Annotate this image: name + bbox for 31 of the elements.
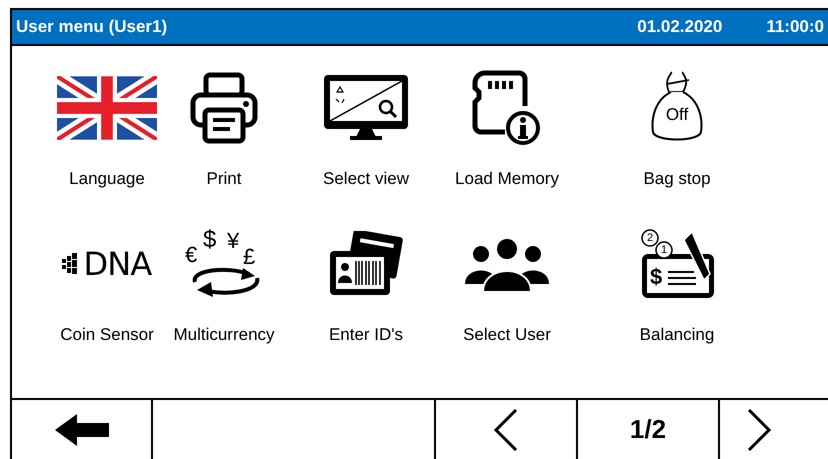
- menu-item-label: Print: [206, 168, 242, 190]
- menu-item[interactable]: Select User: [458, 224, 556, 354]
- back-arrow-icon: [54, 414, 108, 446]
- menu-item-label: Multicurrency: [173, 324, 275, 346]
- menu-item-label: Coin Sensor: [60, 324, 154, 346]
- menu-item[interactable]: DNA Coin Sensor: [40, 224, 174, 354]
- menu-item-label: Select User: [463, 324, 551, 346]
- menu-item[interactable]: € $ ¥ £ Multicurrency: [174, 224, 274, 354]
- page-indicator: 1/2: [578, 400, 720, 459]
- date-text: 01.02.2020: [637, 16, 722, 38]
- id-cards-icon: [328, 231, 404, 297]
- menu-item[interactable]: 2 1 $ Balancing: [556, 224, 798, 354]
- menu-item-label: Select view: [323, 168, 409, 190]
- union-flag-icon: [57, 76, 157, 140]
- window-title: User menu (User1): [16, 16, 168, 38]
- menu-item[interactable]: Language: [40, 68, 174, 204]
- coin-sensor-logo: DNA: [62, 244, 152, 284]
- time-text: 11:00:0: [766, 16, 824, 38]
- menu-item-label: Bag stop: [643, 168, 711, 190]
- menu-item-label: Language: [69, 168, 145, 190]
- monitor-icon: [322, 73, 410, 143]
- menu-item[interactable]: Enter ID's: [274, 224, 458, 354]
- users-group-icon: [463, 236, 551, 292]
- memory-card-info-icon: [471, 70, 543, 146]
- menu-item-label: Balancing: [640, 324, 714, 346]
- printer-icon: [190, 72, 258, 144]
- menu-item[interactable]: Print: [174, 68, 274, 204]
- chevron-left-icon: [494, 408, 518, 450]
- chevron-right-icon: [747, 408, 771, 450]
- menu-item-label: Load Memory: [455, 168, 559, 190]
- menu-item-label: Enter ID's: [328, 324, 404, 346]
